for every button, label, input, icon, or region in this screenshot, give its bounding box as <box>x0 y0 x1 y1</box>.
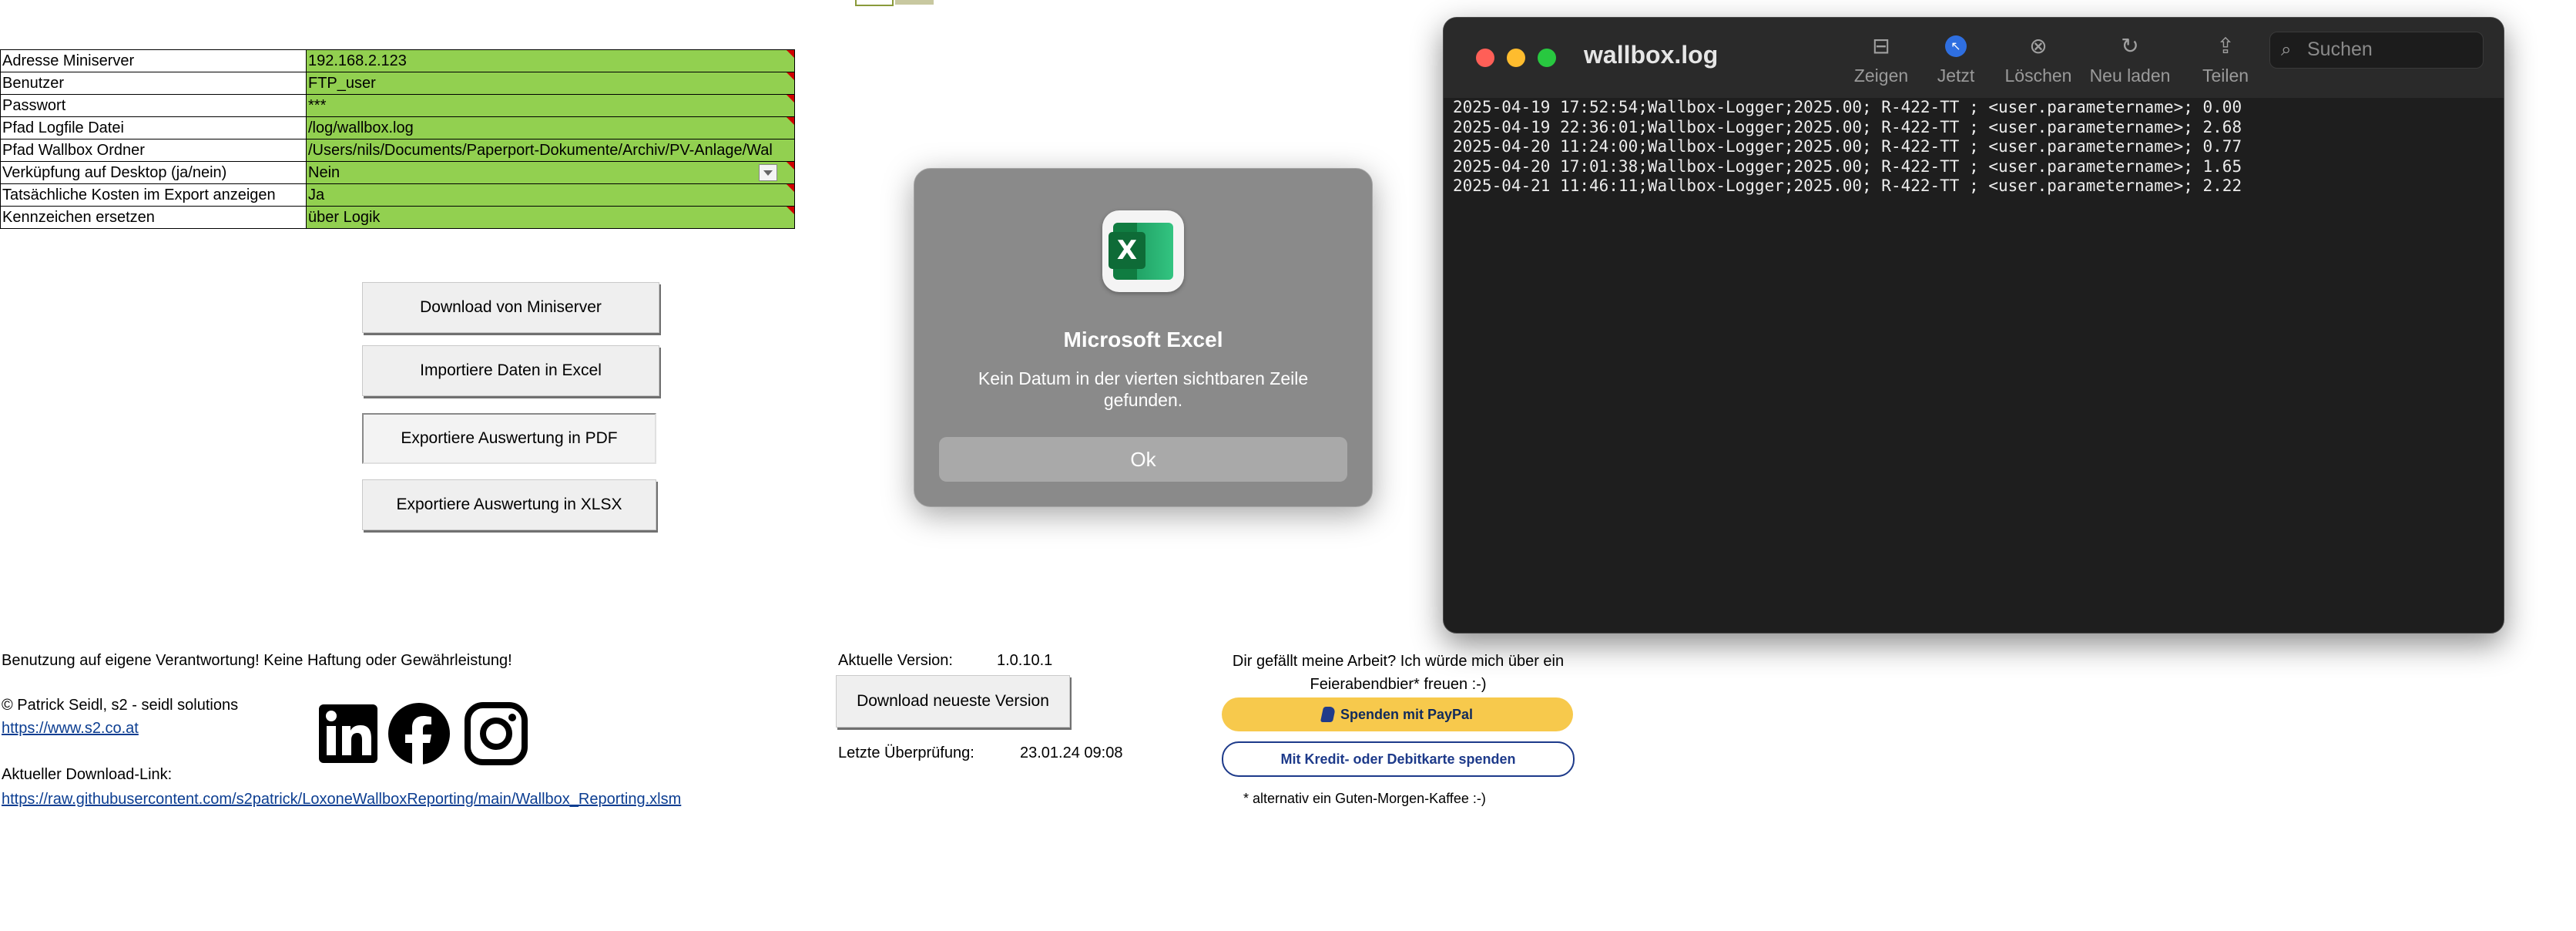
toolbar-label: Löschen <box>2004 66 2072 86</box>
log-line: 2025-04-20 11:24:00;Wallbox-Logger;2025.… <box>1453 137 2242 156</box>
settings-label: Adresse Miniserver <box>0 49 307 72</box>
last-check-value: 23.01.24 09:08 <box>1020 744 1123 761</box>
paypal-icon <box>1320 707 1337 722</box>
paypal-donate-button[interactable]: Spenden mit PayPal <box>1222 697 1573 731</box>
linkedin-icon[interactable] <box>316 701 381 766</box>
comment-flag-icon <box>787 162 794 170</box>
comment-flag-icon <box>787 117 794 125</box>
comment-flag-icon <box>787 72 794 80</box>
settings-row-password: Passwort *** <box>0 94 795 117</box>
share-icon: ⇪ <box>2216 33 2235 59</box>
export-xlsx-button[interactable]: Exportiere Auswertung in XLSX <box>362 479 656 530</box>
alert-dialog: X Microsoft Excel Kein Datum in der vier… <box>914 168 1373 507</box>
search-placeholder: Suchen <box>2307 39 2373 60</box>
copyright-text: © Patrick Seidl, s2 - seidl solutions <box>2 697 239 714</box>
brand-logo-fragment <box>855 0 1163 9</box>
settings-row-miniserver: Adresse Miniserver 192.168.2.123 <box>0 49 795 72</box>
settings-value-cell[interactable]: /log/wallbox.log <box>306 116 795 139</box>
settings-label: Verküpfung auf Desktop (ja/nein) <box>0 161 307 184</box>
toolbar-label: Neu laden <box>2089 66 2171 86</box>
download-latest-button[interactable]: Download neueste Version <box>836 675 1070 728</box>
search-field[interactable]: ⌕ Suchen <box>2269 32 2484 69</box>
version-label: Aktuelle Version: <box>838 652 953 669</box>
toolbar-share-button[interactable]: ⇪ Teilen <box>2179 33 2272 95</box>
website-link[interactable]: https://www.s2.co.at <box>2 720 139 738</box>
settings-label: Passwort <box>0 94 307 117</box>
settings-label: Pfad Logfile Datei <box>0 116 307 139</box>
settings-label: Kennzeichen ersetzen <box>0 206 307 229</box>
zoom-window-icon[interactable] <box>1538 49 1556 67</box>
settings-row-user: Benutzer FTP_user <box>0 72 795 95</box>
settings-value: FTP_user <box>308 75 376 92</box>
log-line: 2025-04-20 17:01:38;Wallbox-Logger;2025.… <box>1453 156 2242 176</box>
settings-value: /Users/nils/Documents/Paperport-Dokument… <box>308 142 773 159</box>
toolbar-label: Jetzt <box>1937 66 1975 86</box>
card-donate-button[interactable]: Mit Kredit- oder Debitkarte spenden <box>1222 741 1575 777</box>
version-value: 1.0.10.1 <box>997 652 1053 669</box>
download-link-label: Aktueller Download-Link: <box>2 766 173 783</box>
reload-icon: ↻ <box>2121 33 2139 59</box>
last-check-label: Letzte Überprüfung: <box>838 744 974 761</box>
settings-label: Tatsächliche Kosten im Export anzeigen <box>0 183 307 207</box>
alternative-note: * alternativ ein Guten-Morgen-Kaffee :-) <box>1243 791 1486 806</box>
minimize-window-icon[interactable] <box>1507 49 1525 67</box>
toolbar-reload-button[interactable]: ↻ Neu laden <box>2084 33 2176 95</box>
settings-value-cell[interactable]: 192.168.2.123 <box>306 49 795 72</box>
export-pdf-button[interactable]: Exportiere Auswertung in PDF <box>362 413 656 464</box>
comment-flag-icon <box>787 184 794 192</box>
paypal-label: Spenden mit PayPal <box>1340 706 1474 722</box>
settings-value: Nein <box>308 164 340 181</box>
log-line: 2025-04-19 22:36:01;Wallbox-Logger;2025.… <box>1453 117 2242 136</box>
settings-value: *** <box>308 97 327 114</box>
settings-value: /log/wallbox.log <box>308 119 414 136</box>
settings-value-cell[interactable]: FTP_user <box>306 72 795 95</box>
settings-label: Pfad Wallbox Ordner <box>0 139 307 162</box>
excel-app-icon: X <box>1102 210 1184 292</box>
toolbar-now-button[interactable]: ↖ Jetzt <box>1910 33 2002 95</box>
settings-value-cell[interactable]: Nein <box>306 161 795 184</box>
dialog-title: Microsoft Excel <box>1063 328 1223 351</box>
settings-label: Benutzer <box>0 72 307 95</box>
dropdown-arrow-icon[interactable] <box>759 164 777 181</box>
settings-value: Ja <box>308 187 325 203</box>
settings-value-cell[interactable]: über Logik <box>306 206 795 229</box>
settings-value-cell[interactable]: Ja <box>306 183 795 207</box>
clear-icon: ⊗ <box>2029 33 2048 59</box>
comment-flag-icon <box>787 50 794 58</box>
settings-row-plate: Kennzeichen ersetzen über Logik <box>0 206 795 229</box>
console-title: wallbox.log <box>1584 41 1719 69</box>
comment-flag-icon <box>787 95 794 103</box>
search-icon: ⌕ <box>2281 39 2292 60</box>
console-window: wallbox.log ⊟ Zeigen ↖ Jetzt ⊗ Löschen ↻… <box>1443 17 2504 634</box>
settings-value-cell[interactable]: /Users/nils/Documents/Paperport-Dokument… <box>306 139 795 162</box>
instagram-icon[interactable] <box>464 701 528 766</box>
import-excel-button[interactable]: Importiere Daten in Excel <box>362 345 659 396</box>
disclaimer-text: Benutzung auf eigene Verantwortung! Kein… <box>2 652 512 669</box>
toolbar-label: Teilen <box>2202 66 2249 86</box>
download-miniserver-button[interactable]: Download von Miniserver <box>362 282 659 333</box>
console-titlebar: wallbox.log ⊟ Zeigen ↖ Jetzt ⊗ Löschen ↻… <box>1444 18 2504 98</box>
now-icon: ↖ <box>1945 35 1967 57</box>
settings-value: über Logik <box>308 209 381 226</box>
log-line: 2025-04-21 11:46:11;Wallbox-Logger;2025.… <box>1453 176 2242 195</box>
settings-row-real-costs: Tatsächliche Kosten im Export anzeigen J… <box>0 183 795 207</box>
toolbar-clear-button[interactable]: ⊗ Löschen <box>1992 33 2085 95</box>
settings-row-desktop-link: Verküpfung auf Desktop (ja/nein) Nein <box>0 161 795 184</box>
log-output[interactable]: 2025-04-19 17:52:54;Wallbox-Logger;2025.… <box>1453 98 2242 197</box>
dialog-message: Kein Datum in der vierten sichtbaren Zei… <box>978 368 1309 410</box>
settings-value: 192.168.2.123 <box>308 52 407 69</box>
close-window-icon[interactable] <box>1476 49 1494 67</box>
log-line: 2025-04-19 17:52:54;Wallbox-Logger;2025.… <box>1453 98 2242 116</box>
comment-flag-icon <box>787 207 794 214</box>
download-link[interactable]: https://raw.githubusercontent.com/s2patr… <box>2 791 681 808</box>
ok-button[interactable]: Ok <box>939 437 1347 482</box>
show-icon: ⊟ <box>1872 33 1890 59</box>
settings-row-folder: Pfad Wallbox Ordner /Users/nils/Document… <box>0 139 795 162</box>
facebook-icon[interactable] <box>387 701 451 766</box>
settings-table: Adresse Miniserver 192.168.2.123 Benutze… <box>0 49 795 229</box>
settings-value-cell[interactable]: *** <box>306 94 795 117</box>
donate-text: Dir gefällt meine Arbeit? Ich würde mich… <box>1232 653 1565 693</box>
settings-row-logfile: Pfad Logfile Datei /log/wallbox.log <box>0 116 795 139</box>
